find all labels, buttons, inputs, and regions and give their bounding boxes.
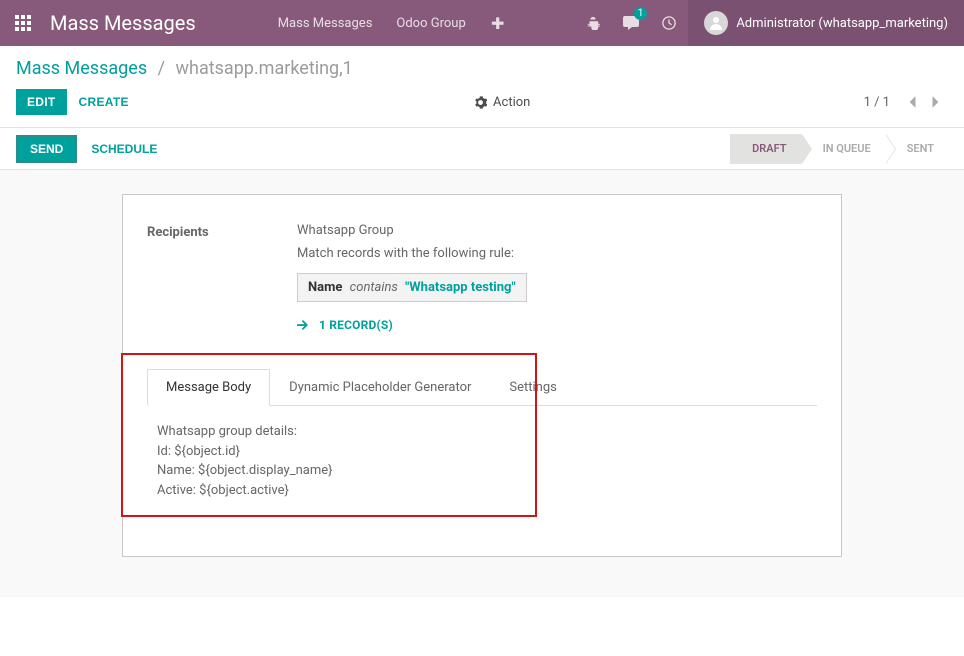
- tab-settings[interactable]: Settings: [490, 369, 575, 406]
- breadcrumb-root[interactable]: Mass Messages: [16, 58, 147, 79]
- activities-button[interactable]: [650, 0, 688, 46]
- domain-rule-box: Name contains "Whatsapp testing": [297, 273, 527, 302]
- action-dropdown[interactable]: Action: [141, 95, 864, 110]
- breadcrumb: Mass Messages / whatsapp.marketing,1: [16, 58, 353, 79]
- debug-button[interactable]: [574, 0, 612, 46]
- stage-draft[interactable]: DRAFT: [730, 134, 800, 164]
- records-link-row: 1 RECORD(S): [297, 318, 817, 332]
- user-avatar: [704, 11, 728, 35]
- stage-in-queue[interactable]: IN QUEUE: [801, 134, 885, 164]
- recipients-row: Recipients Whatsapp Group Match records …: [147, 223, 817, 332]
- chevron-right-icon: [931, 95, 941, 109]
- clock-icon: [662, 16, 676, 30]
- menu-item-odoo-group[interactable]: Odoo Group: [384, 0, 477, 46]
- apps-grid-icon: [15, 15, 31, 31]
- tab-dynamic-placeholder[interactable]: Dynamic Placeholder Generator: [270, 369, 490, 406]
- tab-message-body-content: Whatsapp group details: Id: ${object.id}…: [147, 406, 817, 516]
- user-name-label: Administrator (whatsapp_marketing): [736, 16, 948, 31]
- edit-button[interactable]: Edit: [16, 89, 67, 115]
- recipients-value-col: Whatsapp Group Match records with the fo…: [297, 223, 817, 332]
- status-bar: Send Schedule DRAFT IN QUEUE SENT: [0, 127, 964, 169]
- status-left-buttons: Send Schedule: [16, 128, 171, 169]
- schedule-button[interactable]: Schedule: [77, 137, 171, 161]
- send-button[interactable]: Send: [16, 135, 77, 163]
- message-body-line-1: Id: ${object.id}: [157, 442, 807, 462]
- rule-field: Name: [308, 280, 342, 295]
- pager-position: 1 / 1: [864, 95, 890, 110]
- records-count-link[interactable]: 1 RECORD(S): [319, 318, 393, 332]
- pager-prev[interactable]: [900, 90, 924, 114]
- messages-badge: 1: [634, 7, 648, 20]
- messaging-button[interactable]: 1: [612, 0, 650, 46]
- tab-message-body[interactable]: Message Body: [147, 369, 270, 406]
- pager-next[interactable]: [924, 90, 948, 114]
- gear-icon: [474, 96, 487, 109]
- tabs-container: Message Body Dynamic Placeholder Generat…: [147, 368, 817, 516]
- menu-item-mass-messages[interactable]: Mass Messages: [266, 0, 385, 46]
- form-sheet: Recipients Whatsapp Group Match records …: [122, 194, 842, 557]
- user-menu[interactable]: Administrator (whatsapp_marketing): [688, 0, 964, 46]
- control-row: Edit Create Action 1 / 1: [0, 79, 964, 127]
- bug-icon: [586, 16, 600, 30]
- chevron-left-icon: [907, 95, 917, 109]
- status-stages: DRAFT IN QUEUE SENT: [730, 128, 948, 169]
- tabs-bar: Message Body Dynamic Placeholder Generat…: [147, 368, 817, 406]
- menu-add-button[interactable]: ✚: [478, 0, 518, 46]
- top-navbar: Mass Messages Mass Messages Odoo Group ✚…: [0, 0, 964, 46]
- rule-operator: contains: [350, 280, 398, 295]
- action-label: Action: [493, 95, 530, 110]
- sheet-wrapper-inner: Recipients Whatsapp Group Match records …: [0, 170, 964, 597]
- rule-value: "Whatsapp testing": [405, 280, 515, 295]
- breadcrumb-separator: /: [158, 58, 165, 79]
- app-title: Mass Messages: [46, 11, 216, 35]
- message-body-line-3: Active: ${object.active}: [157, 481, 807, 501]
- plus-icon: ✚: [491, 14, 504, 33]
- recipients-value: Whatsapp Group: [297, 223, 817, 238]
- create-button[interactable]: Create: [67, 90, 141, 114]
- pager: 1 / 1: [864, 90, 948, 114]
- message-body-line-2: Name: ${object.display_name}: [157, 461, 807, 481]
- navbar-menu: Mass Messages Odoo Group ✚: [266, 0, 518, 46]
- message-body-line-0: Whatsapp group details:: [157, 422, 807, 442]
- person-icon: [708, 15, 724, 31]
- apps-menu-button[interactable]: [0, 0, 46, 46]
- breadcrumb-row: Mass Messages / whatsapp.marketing,1: [0, 46, 964, 79]
- navbar-right: 1 Administrator (whatsapp_marketing): [574, 0, 964, 46]
- navbar-left: Mass Messages: [0, 0, 216, 46]
- breadcrumb-current: whatsapp.marketing,1: [176, 58, 353, 79]
- sheet-wrapper: Recipients Whatsapp Group Match records …: [0, 169, 964, 597]
- recipients-label: Recipients: [147, 223, 297, 240]
- match-records-text: Match records with the following rule:: [297, 246, 817, 261]
- pager-arrows: [900, 90, 948, 114]
- arrow-right-icon: [297, 319, 309, 331]
